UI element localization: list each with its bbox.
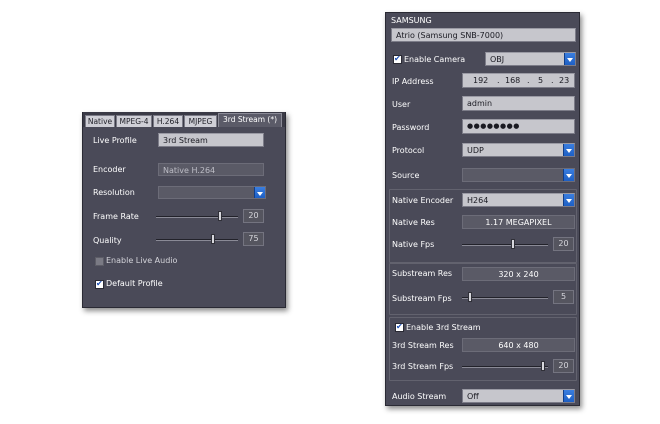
password-field[interactable]: ●●●●●●●●	[462, 119, 575, 134]
ip-octet-4[interactable]: 23	[559, 74, 569, 87]
quality-slider[interactable]	[156, 234, 238, 244]
tab-strip: Native MPEG-4 H.264 MJPEG 3rd Stream (*)	[83, 112, 285, 127]
frame-rate-slider[interactable]	[156, 211, 238, 221]
native-encoder-select[interactable]: H264	[462, 193, 575, 207]
third-stream-fps-label: 3rd Stream Fps	[392, 362, 454, 371]
vendor-label: SAMSUNG	[391, 16, 432, 25]
substream-fps-slider[interactable]	[462, 292, 548, 302]
native-res-label: Native Res	[392, 218, 435, 227]
native-encoder-dropdown-icon[interactable]	[563, 194, 574, 206]
protocol-dropdown-icon[interactable]	[563, 144, 574, 156]
source-select[interactable]	[462, 168, 575, 182]
protocol-select[interactable]: UDP	[462, 143, 575, 157]
quality-slider-thumb[interactable]	[211, 234, 215, 244]
native-fps-slider-thumb[interactable]	[511, 239, 515, 249]
native-encoder-label: Native Encoder	[392, 196, 454, 205]
third-stream-res-value: 640 x 480	[462, 338, 575, 352]
tab-h264[interactable]: H.264	[153, 115, 183, 127]
third-stream-fps-slider-thumb[interactable]	[541, 361, 545, 371]
resolution-label: Resolution	[93, 188, 135, 197]
substream-fps-value[interactable]: 5	[553, 290, 574, 304]
audio-stream-select[interactable]: Off	[462, 389, 575, 403]
stream-profile-panel: Native MPEG-4 H.264 MJPEG 3rd Stream (*)…	[82, 112, 286, 308]
encoder-select[interactable]: Native H.264	[158, 163, 264, 176]
native-fps-slider[interactable]	[462, 239, 548, 249]
frame-rate-slider-thumb[interactable]	[218, 211, 222, 221]
enable-3rd-stream-label: Enable 3rd Stream	[406, 323, 481, 332]
ip-dot-2: .	[527, 76, 530, 85]
third-stream-res-label: 3rd Stream Res	[392, 341, 454, 350]
resolution-dropdown-icon[interactable]	[254, 187, 265, 198]
ip-dot-1: .	[497, 76, 500, 85]
user-label: User	[392, 100, 411, 109]
enable-camera-label: Enable Camera	[404, 55, 466, 64]
substream-fps-label: Substream Fps	[392, 294, 452, 303]
frame-rate-label: Frame Rate	[93, 212, 139, 221]
third-stream-fps-slider[interactable]	[462, 361, 548, 371]
live-profile-field[interactable]: 3rd Stream	[158, 133, 264, 147]
camera-mode-value: OBJ	[490, 55, 505, 64]
native-fps-value[interactable]: 20	[553, 237, 574, 251]
camera-settings-panel: SAMSUNG Atrio (Samsung SNB-7000) Enable …	[385, 12, 580, 406]
quality-label: Quality	[93, 236, 122, 245]
protocol-label: Protocol	[392, 146, 425, 155]
ip-octet-2[interactable]: 168	[505, 74, 520, 87]
ip-address-field[interactable]: 192 . 168 . 5 . 23	[462, 73, 575, 88]
tab-3rd-stream[interactable]: 3rd Stream (*)	[218, 113, 282, 127]
native-encoder-value: H264	[467, 196, 489, 205]
ip-dot-3: .	[551, 76, 554, 85]
quality-value[interactable]: 75	[243, 232, 264, 246]
tab-mjpeg[interactable]: MJPEG	[184, 115, 217, 127]
ip-address-label: IP Address	[392, 77, 434, 86]
enable-3rd-stream-checkbox[interactable]	[395, 322, 404, 332]
password-label: Password	[392, 123, 430, 132]
source-dropdown-icon[interactable]	[563, 169, 574, 181]
substream-fps-slider-thumb[interactable]	[468, 292, 472, 302]
source-label: Source	[392, 171, 420, 180]
tab-mpeg4[interactable]: MPEG-4	[116, 115, 152, 127]
enable-live-audio-checkbox[interactable]	[95, 257, 104, 266]
third-stream-fps-value[interactable]: 20	[553, 359, 574, 373]
live-profile-label: Live Profile	[93, 136, 137, 145]
substream-res-label: Substream Res	[392, 269, 453, 278]
tab-native[interactable]: Native	[85, 115, 115, 127]
audio-stream-dropdown-icon[interactable]	[563, 390, 574, 402]
encoder-value: Native H.264	[163, 166, 216, 175]
camera-name-field[interactable]: Atrio (Samsung SNB-7000)	[391, 28, 576, 42]
enable-live-audio-label: Enable Live Audio	[106, 256, 178, 265]
camera-mode-dropdown-icon[interactable]	[564, 53, 575, 65]
default-profile-checkbox[interactable]	[95, 279, 104, 289]
encoder-label: Encoder	[93, 165, 126, 174]
default-profile-label: Default Profile	[106, 279, 163, 288]
enable-camera-checkbox[interactable]	[393, 54, 402, 64]
substream-res-value: 320 x 240	[462, 267, 575, 281]
audio-stream-label: Audio Stream	[392, 392, 447, 401]
ip-octet-1[interactable]: 192	[473, 74, 488, 87]
ip-octet-3[interactable]: 5	[538, 74, 543, 87]
audio-stream-value: Off	[467, 392, 479, 401]
protocol-value: UDP	[467, 146, 484, 155]
user-field[interactable]: admin	[462, 96, 575, 111]
frame-rate-value[interactable]: 20	[243, 209, 264, 223]
native-fps-label: Native Fps	[392, 240, 435, 249]
resolution-select[interactable]	[158, 186, 266, 199]
camera-mode-select[interactable]: OBJ	[485, 52, 576, 66]
native-res-value: 1.17 MEGAPIXEL	[462, 215, 575, 229]
